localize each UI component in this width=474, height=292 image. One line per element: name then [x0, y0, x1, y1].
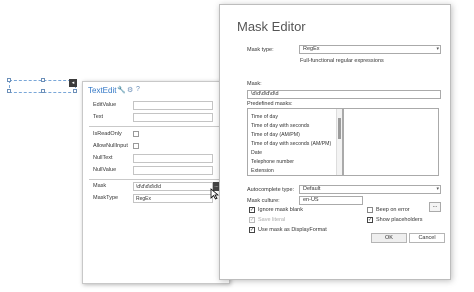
show-placeholders-label: Show placeholders: [376, 217, 423, 223]
list-item[interactable]: Time of day with seconds: [251, 123, 309, 129]
save-literal-label: Save literal: [258, 217, 286, 223]
resize-handle[interactable]: [7, 78, 11, 82]
allownullinput-checkbox[interactable]: [133, 143, 139, 149]
resize-handle[interactable]: [73, 89, 77, 93]
mask-type-select[interactable]: RegEx ▾: [299, 45, 441, 54]
list-item[interactable]: Extension: [251, 168, 274, 174]
autocomplete-type-value: Default: [303, 186, 321, 192]
resize-handle[interactable]: [7, 89, 11, 93]
property-label: NullText: [93, 155, 113, 161]
resize-handle[interactable]: [41, 78, 45, 82]
show-placeholders-checkbox[interactable]: ✓: [367, 217, 373, 223]
property-label: NullValue: [93, 167, 117, 173]
mask-label: Mask:: [247, 81, 262, 87]
list-item[interactable]: Telephone number: [251, 159, 294, 165]
mask-type-value: RegEx: [303, 46, 320, 52]
nulltext-field[interactable]: [133, 154, 213, 163]
property-row-isreadonly: IsReadOnly: [89, 130, 227, 140]
editvalue-field[interactable]: [133, 101, 213, 110]
wrench-icon[interactable]: 🔧: [117, 86, 126, 94]
ignore-mask-blank-label: Ignore mask blank: [258, 207, 303, 213]
divider: [89, 179, 227, 180]
mask-input[interactable]: \d\d\d\d\d\d: [247, 90, 441, 99]
smart-tag-button[interactable]: ◂: [69, 79, 77, 87]
list-item[interactable]: Time of day: [251, 114, 278, 120]
use-mask-displayformat-label: Use mask as DisplayFormat: [258, 227, 327, 233]
property-label: AllowNullInput: [93, 143, 128, 149]
help-icon[interactable]: ?: [136, 86, 140, 93]
property-row-nulltext: NullText: [89, 154, 227, 164]
resize-handle[interactable]: [41, 89, 45, 93]
ignore-mask-blank-checkbox[interactable]: ✓: [249, 207, 255, 213]
save-literal-checkbox: ✓: [249, 217, 255, 223]
list-item[interactable]: Time of day (AM/PM): [251, 132, 300, 138]
dialog-title: Mask Editor: [237, 19, 306, 34]
selected-textedit-control[interactable]: [7, 78, 77, 93]
property-row-editvalue: EditValue: [89, 101, 227, 111]
property-label: Mask: [93, 183, 107, 189]
gear-icon[interactable]: ⚙: [127, 86, 133, 94]
mask-type-description: Full-functional regular expressions: [300, 58, 384, 64]
predefined-masks-list[interactable]: Time of day Time of day with seconds Tim…: [247, 108, 343, 176]
mask-editor-dialog: Mask Editor Mask type: RegEx ▾ Full-func…: [219, 4, 451, 280]
list-item[interactable]: Time of day with seconds (AM/PM): [251, 141, 331, 147]
property-row-nullvalue: NullValue: [89, 166, 227, 176]
property-row-masktype: MaskType RegEx: [89, 194, 227, 204]
use-mask-displayformat-checkbox[interactable]: ✓: [249, 227, 255, 233]
property-label: MaskType: [93, 195, 119, 201]
property-row-mask: Mask \d\d\d\d\d\d ...: [89, 182, 227, 192]
beep-on-error-checkbox[interactable]: [367, 207, 373, 213]
mask-field[interactable]: \d\d\d\d\d\d: [133, 182, 213, 191]
beep-on-error-label: Beep on error: [376, 207, 410, 213]
cancel-button[interactable]: Cancel: [409, 233, 445, 243]
chevron-down-icon: ▾: [436, 186, 439, 192]
isreadonly-checkbox[interactable]: [133, 131, 139, 137]
masktype-field[interactable]: RegEx: [133, 194, 213, 203]
property-label: EditValue: [93, 102, 117, 108]
divider: [89, 126, 227, 127]
scrollbar-thumb[interactable]: [338, 118, 341, 139]
autocomplete-type-select[interactable]: Default ▾: [299, 185, 441, 194]
predefined-masks-label: Predefined masks:: [247, 101, 293, 107]
property-panel: TextEdit 🔧 ⚙ ? EditValue Text IsReadOnly…: [82, 81, 230, 284]
nullvalue-field[interactable]: [133, 166, 213, 175]
mouse-cursor-icon: [210, 188, 219, 200]
masks-scrollbar[interactable]: [336, 109, 342, 175]
text-field[interactable]: [133, 113, 213, 122]
mask-culture-input[interactable]: en-US: [299, 196, 363, 205]
panel-title: TextEdit: [88, 86, 117, 95]
mask-culture-label: Mask culture:: [247, 198, 280, 204]
ok-button[interactable]: OK: [371, 233, 407, 243]
autocomplete-type-label: Autocomplete type:: [247, 187, 295, 193]
list-item[interactable]: Date: [251, 150, 262, 156]
property-label: IsReadOnly: [93, 131, 122, 137]
property-row-allownullinput: AllowNullInput: [89, 142, 227, 152]
mask-type-label: Mask type:: [247, 47, 274, 53]
property-label: Text: [93, 114, 104, 120]
mask-preview-area: [343, 108, 439, 176]
chevron-down-icon: ▾: [436, 46, 439, 52]
placeholder-char-button[interactable]: ...: [429, 202, 441, 212]
property-row-text: Text: [89, 113, 227, 123]
